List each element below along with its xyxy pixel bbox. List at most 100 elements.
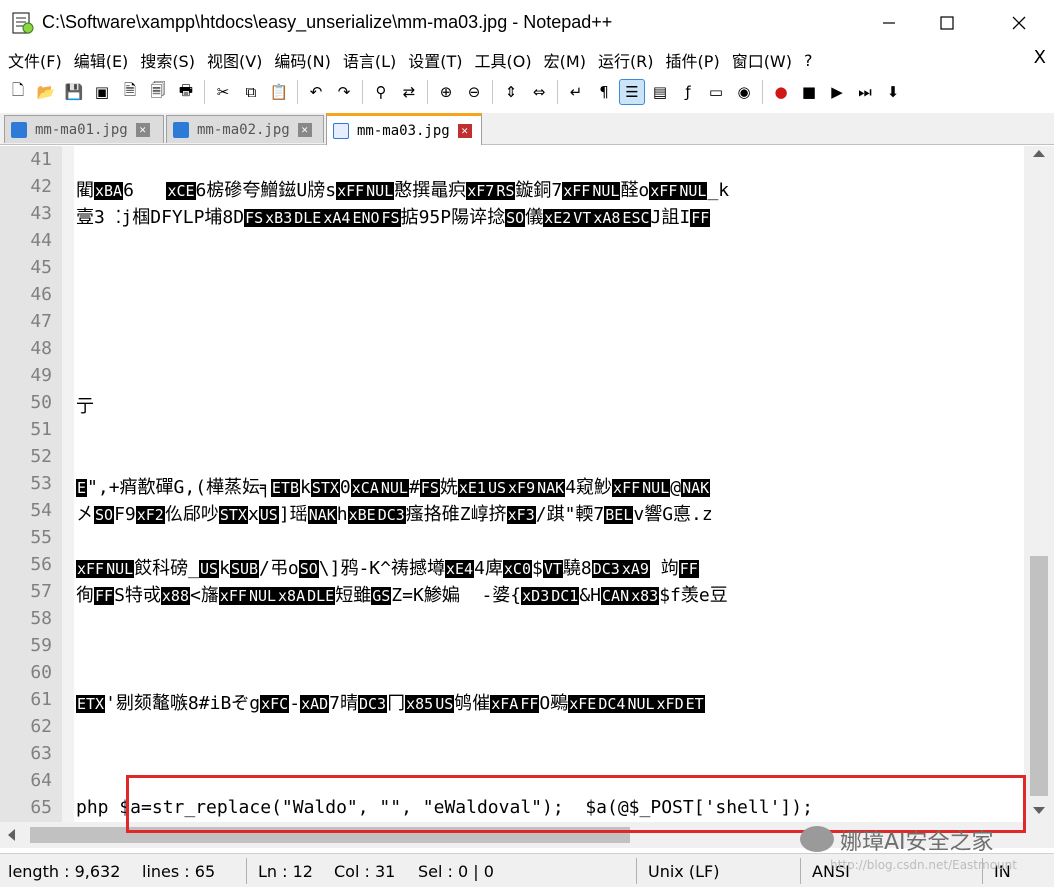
code-text: 4窥魦 (565, 477, 613, 498)
line-number: 65 (30, 797, 52, 818)
line-number: 43 (30, 203, 52, 224)
code-text: 短雖 (335, 585, 372, 606)
code-line-57: 徇FFS特戓x88<旛xFF NUL x8A DLE短雖GSZ=K鯵媥 -婆{xD3 D… (76, 581, 728, 607)
control-char-badge: NUL (678, 182, 708, 200)
control-char-badge: DC3 (376, 506, 406, 524)
save-icon[interactable]: 💾 (62, 80, 86, 104)
code-text: h (336, 504, 348, 525)
close-all-icon[interactable]: 🗐 (146, 80, 170, 104)
menu-item[interactable]: 视图(V) (201, 48, 268, 72)
play-macro-icon[interactable]: ▶ (825, 80, 849, 104)
vertical-scrollbar[interactable] (1024, 146, 1054, 822)
code-text: 7晴 (329, 693, 358, 714)
menu-item[interactable]: 文件(F) (0, 48, 68, 72)
status-ln: Ln : 12 (258, 861, 313, 881)
code-text: 徇 (76, 585, 94, 606)
open-file-icon[interactable]: 📂 (34, 80, 58, 104)
paste-icon[interactable]: 📋 (267, 80, 291, 104)
editor-area[interactable]: 41 42 43 44 45 46 47 48 49 50 51 52 53 54 55 56 57 58 59 60… (0, 146, 1054, 822)
replace-icon[interactable]: ⇄ (397, 80, 421, 104)
close-window-button[interactable] (986, 0, 1052, 45)
code-text: 姺 (439, 477, 458, 498)
tab-close-icon[interactable]: ✕ (457, 123, 472, 138)
record-macro-icon[interactable]: ● (769, 80, 793, 104)
control-char-badge: xFF (336, 182, 366, 200)
tab-close-icon[interactable]: ✕ (297, 122, 312, 137)
code-text: 餀科磅_ (134, 558, 200, 579)
control-char-badge: NUL (379, 479, 409, 497)
close-icon[interactable]: 🗎 (118, 80, 142, 104)
scroll-left-icon[interactable] (8, 829, 15, 841)
control-char-badge: NUL (365, 182, 395, 200)
doc-map-icon[interactable]: ▤ (648, 80, 672, 104)
run-macro-multiple-icon[interactable]: ⏭ (853, 80, 877, 104)
close-document-button[interactable]: X (1034, 47, 1046, 68)
tab-mm-ma03[interactable]: mm-ma03.jpg ✕ (326, 113, 482, 145)
scroll-up-icon[interactable] (1033, 150, 1045, 157)
line-number: 53 (30, 473, 52, 494)
new-file-icon[interactable]: 🗋 (6, 80, 30, 104)
status-sel: Sel : 0 | 0 (418, 861, 494, 881)
indent-guide-icon[interactable]: ☰ (619, 79, 645, 105)
code-text: 驍8 (562, 558, 592, 579)
function-list-icon[interactable]: ƒ (676, 80, 700, 104)
minimize-button[interactable] (856, 0, 922, 45)
horizontal-scrollbar[interactable] (0, 822, 1054, 848)
vertical-scroll-thumb[interactable] (1030, 556, 1048, 796)
word-wrap-icon[interactable]: ↵ (564, 80, 588, 104)
menu-item[interactable]: 编码(N) (268, 48, 336, 72)
line-number: 56 (30, 554, 52, 575)
save-macro-icon[interactable]: ⬇ (881, 80, 905, 104)
control-char-badge: xFD (655, 695, 685, 713)
status-encoding[interactable]: ANSI (812, 854, 850, 887)
copy-icon[interactable]: ⧉ (239, 80, 263, 104)
menu-item[interactable]: 语言(L) (337, 48, 402, 72)
zoom-in-icon[interactable]: ⊕ (434, 80, 458, 104)
menu-item[interactable]: 运行(R) (592, 48, 660, 72)
code-text: \]鸦-K^祷撼墫 (318, 558, 445, 579)
redo-icon[interactable]: ↷ (332, 80, 356, 104)
code-text: J詛I (650, 207, 691, 228)
menu-item[interactable]: ? (798, 51, 819, 70)
tab-mm-ma02[interactable]: mm-ma02.jpg ✕ (166, 115, 324, 143)
control-char-badge: SO (505, 209, 526, 227)
menu-item[interactable]: 工具(O) (469, 48, 538, 72)
control-char-badge: FS (419, 479, 440, 497)
stop-macro-icon[interactable]: ■ (797, 80, 821, 104)
zoom-out-icon[interactable]: ⊖ (462, 80, 486, 104)
control-char-badge: VT (542, 560, 563, 578)
maximize-button[interactable] (914, 0, 980, 45)
menu-item[interactable]: 宏(M) (538, 48, 592, 72)
menu-item[interactable]: 插件(P) (660, 48, 726, 72)
save-all-icon[interactable]: ▣ (90, 80, 114, 104)
menu-item[interactable]: 设置(T) (402, 48, 468, 72)
control-char-badge: BEL (604, 506, 634, 524)
sync-horizontal-icon[interactable]: ⇔ (527, 80, 551, 104)
cut-icon[interactable]: ✂ (211, 80, 235, 104)
show-all-chars-icon[interactable]: ¶ (592, 80, 616, 104)
monitor-icon[interactable]: ◉ (732, 80, 756, 104)
status-eol[interactable]: Unix (LF) (648, 854, 719, 887)
undo-icon[interactable]: ↶ (304, 80, 328, 104)
tab-close-icon[interactable]: ✕ (135, 122, 150, 137)
tab-mm-ma01[interactable]: mm-ma01.jpg ✕ (4, 115, 164, 143)
code-line-54: 㐅SOF9xF2仫郈吵STXxUS]瑶NAKhxBE DC3瘙挌碓Z崞挤xF3/踑… (76, 500, 713, 526)
control-char-badge: STX (310, 479, 340, 497)
folder-workspace-icon[interactable]: ▭ (704, 80, 728, 104)
code-view[interactable]: 閵xBA6 xCE6椖磣夸鱛鎡U牓sxFF NUL憨撰鼂疻xF7 RS鏇銅7xFF N… (76, 146, 1024, 822)
find-icon[interactable]: ⚲ (369, 80, 393, 104)
scroll-down-icon[interactable] (1033, 807, 1045, 814)
code-text: 瘙挌碓Z崞挤 (405, 504, 507, 525)
menu-item[interactable]: 编辑(E) (68, 48, 135, 72)
menu-item[interactable]: 窗口(W) (726, 48, 798, 72)
sync-vertical-icon[interactable]: ⇕ (499, 80, 523, 104)
code-text: &H (579, 585, 602, 606)
code-text: v響G悳.z (633, 504, 713, 525)
code-text: _k (707, 180, 730, 201)
code-text: 仫郈吵 (164, 504, 219, 525)
code-text: @ (670, 477, 682, 498)
menu-item[interactable]: 搜索(S) (134, 48, 201, 72)
print-icon[interactable]: 🖶 (174, 80, 198, 104)
horizontal-scroll-thumb[interactable] (30, 827, 630, 843)
code-text: # (408, 477, 420, 498)
